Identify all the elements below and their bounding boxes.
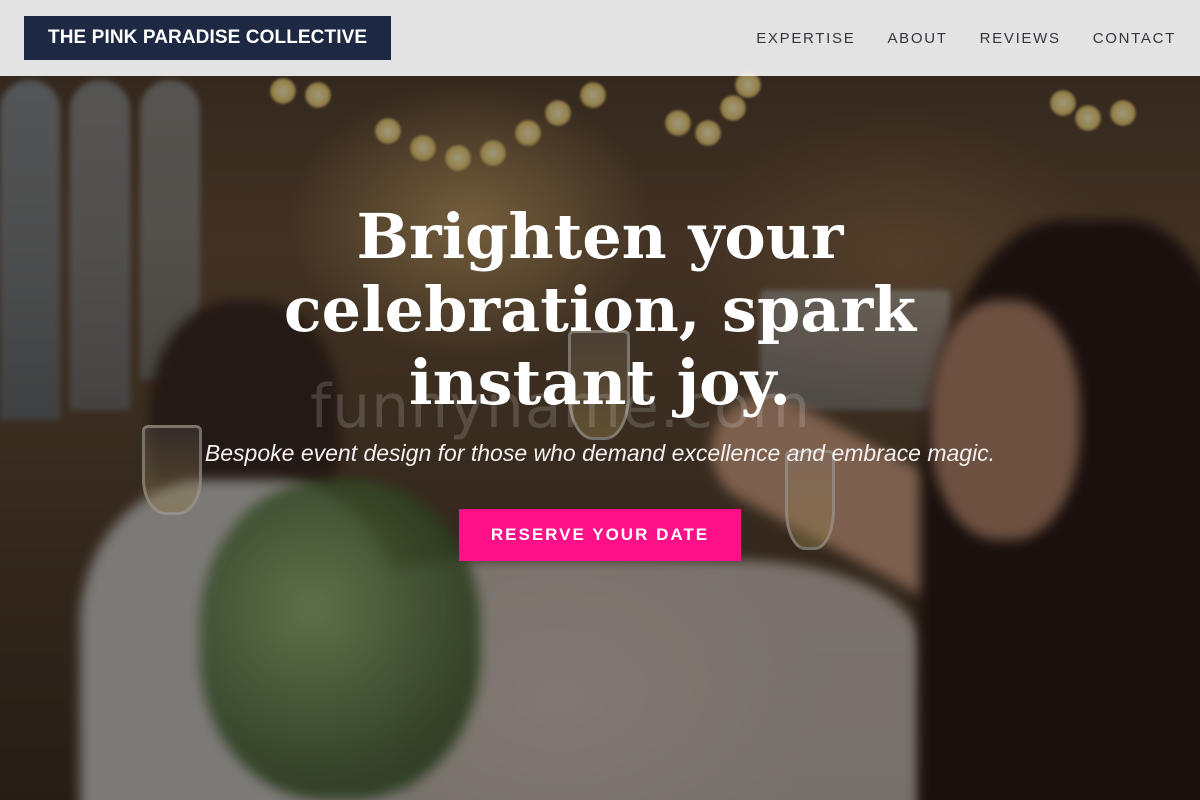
site-header: THE PINK PARADISE COLLECTIVE EXPERTISE A…: [0, 0, 1200, 76]
reserve-date-button[interactable]: RESERVE YOUR DATE: [459, 509, 741, 561]
nav-link-contact[interactable]: CONTACT: [1093, 30, 1176, 47]
nav-link-reviews[interactable]: REVIEWS: [980, 30, 1061, 47]
hero-subheadline: Bespoke event design for those who deman…: [204, 440, 996, 466]
nav-link-expertise[interactable]: EXPERTISE: [756, 30, 855, 47]
nav-link-about[interactable]: ABOUT: [887, 30, 947, 47]
brand-logo[interactable]: THE PINK PARADISE COLLECTIVE: [24, 16, 392, 60]
main-nav: EXPERTISE ABOUT REVIEWS CONTACT: [756, 30, 1176, 47]
hero-headline: Brighten your celebration, spark instant…: [283, 200, 917, 419]
hero-content: Brighten your celebration, spark instant…: [0, 200, 1200, 561]
